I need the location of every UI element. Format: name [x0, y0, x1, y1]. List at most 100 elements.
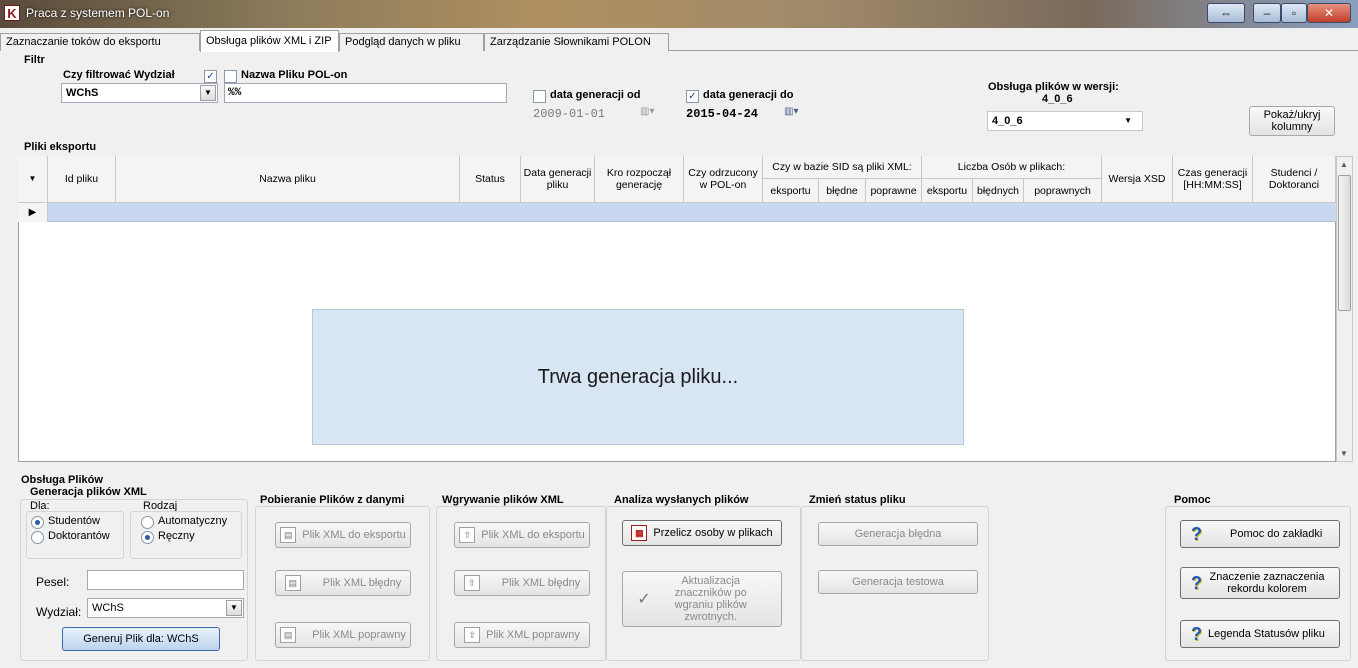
studentow-label: Studentów: [48, 515, 100, 527]
nazwa-pliku-checkbox[interactable]: [224, 70, 237, 83]
data-do-value[interactable]: 2015-04-24: [686, 107, 758, 121]
filter-wydzial-checkbox[interactable]: ✓: [204, 70, 217, 83]
col-sid-eksportu[interactable]: eksportu: [763, 179, 819, 203]
pesel-input[interactable]: [87, 570, 244, 590]
reczny-radio[interactable]: [141, 531, 154, 544]
help-icon: ?: [1191, 572, 1202, 593]
calendar-icon[interactable]: ▥▾: [640, 106, 668, 122]
automatyczny-label: Automatyczny: [158, 515, 228, 527]
col-studenci[interactable]: Studenci / Doktoranci: [1253, 156, 1336, 203]
generacja-testowa-button[interactable]: Generacja testowa: [818, 570, 978, 594]
pobierz-eksport-button[interactable]: ▤ Plik XML do eksportu: [275, 522, 411, 548]
pomoc-zakladki-label: Pomoc do zakładki: [1230, 528, 1323, 540]
studentow-radio[interactable]: [31, 516, 44, 529]
tab-podglad-danych[interactable]: Podgląd danych w pliku: [339, 33, 484, 51]
help-icon: ?: [1191, 523, 1202, 544]
grid-scrollbar[interactable]: ▲ ▼: [1336, 156, 1353, 462]
znaczenie-koloru-label: Znaczenie zaznaczenia rekordu kolorem: [1209, 571, 1325, 595]
wydzial-select[interactable]: WChS ▼: [87, 598, 244, 618]
scroll-down-icon[interactable]: ▼: [1340, 449, 1348, 458]
wydzial-filter-select[interactable]: WChS ▼: [61, 83, 218, 103]
wydzial-value: WChS: [92, 602, 124, 614]
pobierz-poprawny-label: Plik XML poprawny: [312, 629, 406, 641]
wersja-value: 4_0_6: [992, 115, 1023, 127]
col-odrzucony[interactable]: Czy odrzucony w POL-on: [684, 156, 763, 203]
wersja-label: Obsługa plików w wersji:: [988, 81, 1119, 93]
doktorantow-radio[interactable]: [31, 531, 44, 544]
toggle-columns-button[interactable]: Pokaż/ukryj kolumny: [1249, 106, 1335, 136]
tab-obsluga-plikow[interactable]: Obsługa plików XML i ZIP: [200, 30, 339, 52]
pomoc-zakladki-button[interactable]: ? Pomoc do zakładki: [1180, 520, 1340, 548]
row-selector-icon: ▶: [18, 203, 48, 222]
legenda-statusow-label: Legenda Statusów pliku: [1208, 628, 1325, 640]
data-do-checkbox[interactable]: ✓: [686, 90, 699, 103]
title-bar: [0, 0, 1358, 28]
col-sid-bledne[interactable]: błędne: [819, 179, 866, 203]
filter-wydzial-label: Czy filtrować Wydział: [63, 69, 175, 81]
przelicz-button[interactable]: ▦ Przelicz osoby w plikach: [622, 520, 782, 546]
chevron-down-icon: ▼: [200, 85, 216, 101]
data-od-checkbox[interactable]: [533, 90, 546, 103]
znaczenie-koloru-button[interactable]: ? Znaczenie zaznaczenia rekordu kolorem: [1180, 567, 1340, 599]
pobierz-bledny-label: Plik XML błędny: [322, 577, 402, 589]
pobierz-poprawny-button[interactable]: ▤ Plik XML poprawny: [275, 622, 411, 648]
pobierz-bledny-button[interactable]: ▤ Plik XML błędny: [275, 570, 411, 596]
col-wersja[interactable]: Wersja XSD: [1102, 156, 1173, 203]
tab-zaznaczanie[interactable]: Zaznaczanie toków do eksportu: [0, 33, 200, 51]
data-od-value[interactable]: 2009-01-01: [533, 107, 605, 121]
col-sid-poprawne[interactable]: poprawne: [866, 179, 922, 203]
grid-group-label: Pliki eksportu: [24, 141, 97, 153]
col-czas[interactable]: Czas generacji [HH:MM:SS]: [1173, 156, 1253, 203]
col-data[interactable]: Data generacji pliku: [521, 156, 595, 203]
pobierz-eksport-label: Plik XML do eksportu: [302, 529, 406, 541]
resize-icon[interactable]: ⇔: [1207, 3, 1245, 23]
wgraj-eksport-button[interactable]: ⇧ Plik XML do eksportu: [454, 522, 590, 548]
automatyczny-radio[interactable]: [141, 516, 154, 529]
chevron-down-icon: ▼: [1124, 116, 1132, 125]
pomoc-title: Pomoc: [1174, 494, 1211, 506]
col-osob-eksportu[interactable]: eksportu: [922, 179, 973, 203]
col-osob-bledne[interactable]: błędnych: [973, 179, 1024, 203]
generate-button[interactable]: Generuj Plik dla: WChS: [62, 627, 220, 651]
tab-slowniki[interactable]: Zarządzanie Słownikami POLON: [484, 33, 669, 51]
col-kto[interactable]: Kro rozpoczął generację: [595, 156, 684, 203]
gen-title: Generacja plików XML: [30, 486, 147, 498]
scroll-thumb[interactable]: [1338, 175, 1351, 311]
przelicz-label: Przelicz osoby w plikach: [653, 527, 773, 539]
checkmark-icon: ✓: [637, 591, 651, 608]
wgraj-poprawny-button[interactable]: ⇧ Plik XML poprawny: [454, 622, 590, 648]
nazwa-pliku-input[interactable]: [224, 83, 507, 103]
column-menu-icon[interactable]: ▼: [18, 156, 48, 203]
chevron-down-icon: ▼: [226, 600, 242, 616]
wersja-select[interactable]: 4_0_6 ▼: [987, 111, 1143, 131]
col-status[interactable]: Status: [460, 156, 521, 203]
data-od-label: data generacji od: [550, 89, 641, 101]
grid-header: ▼ Id pliku Nazwa pliku Status Data gener…: [18, 156, 1336, 203]
upload-icon: ⇧: [463, 575, 480, 591]
col-osob-poprawne[interactable]: poprawnych: [1024, 179, 1102, 203]
wgrywanie-title: Wgrywanie plików XML: [442, 494, 564, 506]
calendar-icon[interactable]: ▥▾: [784, 106, 812, 122]
wydzial-label: Wydział:: [36, 605, 82, 619]
wydzial-filter-value: WChS: [66, 87, 99, 99]
nazwa-pliku-label: Nazwa Pliku POL-on: [241, 69, 348, 81]
legenda-statusow-button[interactable]: ? Legenda Statusów pliku: [1180, 620, 1340, 648]
close-button[interactable]: ✕: [1307, 3, 1351, 23]
aktualizacja-button[interactable]: ✓ Aktualizacja znaczników po wgraniu plik…: [622, 571, 782, 627]
generacja-bledna-button[interactable]: Generacja błędna: [818, 522, 978, 546]
table-row[interactable]: ▶: [18, 203, 1336, 222]
col-id[interactable]: Id pliku: [48, 156, 116, 203]
minimize-button[interactable]: ‒: [1253, 3, 1281, 23]
scroll-up-icon[interactable]: ▲: [1340, 160, 1348, 169]
upload-icon: ⇧: [464, 627, 481, 643]
col-name[interactable]: Nazwa pliku: [116, 156, 460, 203]
progress-overlay: Trwa generacja pliku...: [312, 309, 964, 445]
file-doc-icon: ▤: [280, 627, 297, 643]
upload-icon: ⇧: [459, 527, 476, 543]
maximize-button[interactable]: ▫: [1281, 3, 1307, 23]
file-doc-icon: ▤: [284, 575, 301, 591]
wgraj-bledny-button[interactable]: ⇧ Plik XML błędny: [454, 570, 590, 596]
wgraj-bledny-label: Plik XML błędny: [501, 577, 581, 589]
wgraj-poprawny-label: Plik XML poprawny: [486, 629, 580, 641]
reczny-label: Ręczny: [158, 530, 195, 542]
